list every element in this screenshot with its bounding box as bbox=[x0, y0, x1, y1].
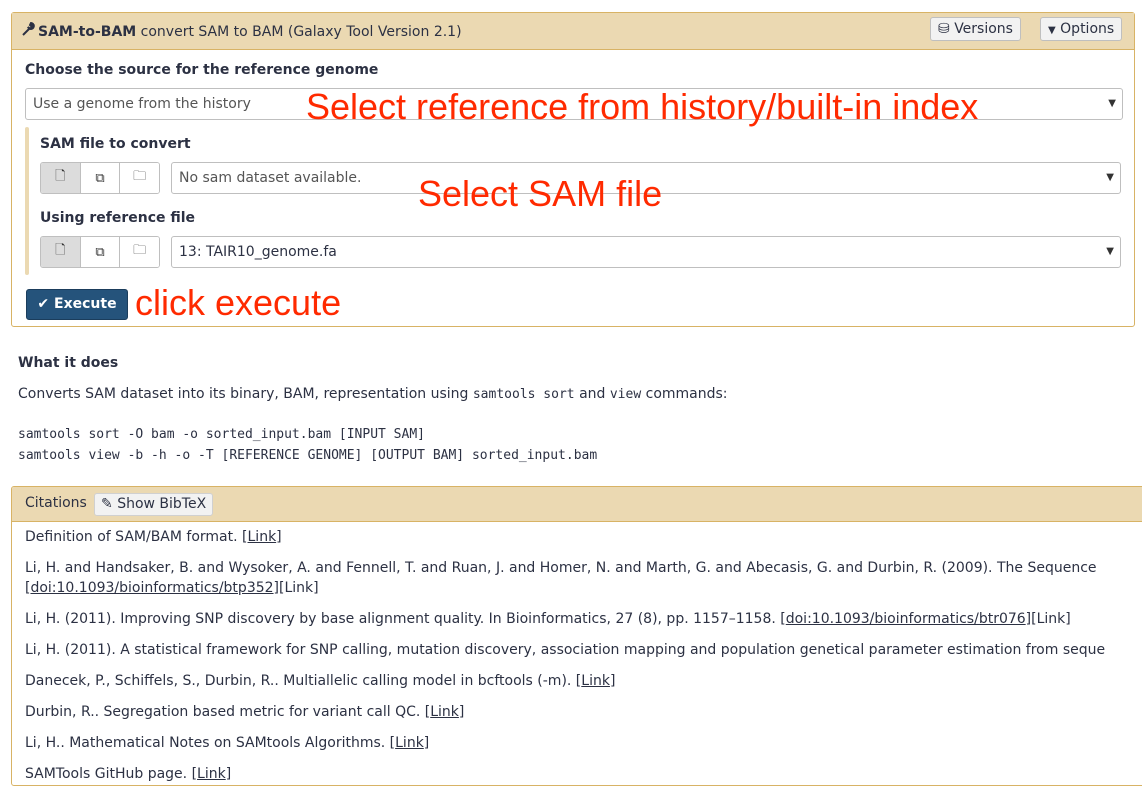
reference-file-select[interactable]: 13: TAIR10_genome.fa ▼ bbox=[171, 236, 1121, 268]
citation-text: Li, H. and Handsaker, B. and Wysoker, A.… bbox=[25, 560, 1097, 576]
reference-file-value: 13: TAIR10_genome.fa bbox=[179, 244, 337, 260]
help-intro-code: view bbox=[609, 387, 642, 402]
single-dataset-icon[interactable]: 🗋 bbox=[41, 163, 80, 193]
citation-link[interactable]: Link bbox=[581, 673, 610, 689]
code-line: samtools view -b -h -o -T [REFERENCE GEN… bbox=[18, 448, 598, 463]
citation-link[interactable]: Link bbox=[395, 735, 424, 751]
help-intro-text: and bbox=[579, 386, 606, 402]
cubes-icon: ⛁ bbox=[938, 21, 950, 37]
citation-item: SAMTools GitHub page. [Link] bbox=[25, 764, 1105, 784]
help-intro-text: Converts SAM dataset into its binary, BA… bbox=[18, 386, 469, 402]
tool-header: SAM-to-BAM convert SAM to BAM (Galaxy To… bbox=[12, 13, 1134, 50]
conditional-section-bar bbox=[25, 127, 29, 275]
reference-source-label: Choose the source for the reference geno… bbox=[25, 62, 379, 78]
citation-text: Li, H. (2011). Improving SNP discovery b… bbox=[25, 611, 786, 627]
citation-text: Li, H. (2011). A statistical framework f… bbox=[25, 642, 1106, 658]
citation-tail: ][Link] bbox=[1025, 611, 1071, 627]
multiple-datasets-icon[interactable]: ⧉ bbox=[79, 237, 120, 267]
wrench-icon bbox=[22, 21, 38, 40]
citation-tail: ] bbox=[276, 529, 282, 545]
reference-file-label: Using reference file bbox=[40, 210, 196, 226]
citation-text: Durbin, R.. Segregation based metric for… bbox=[25, 704, 431, 720]
caret-down-icon: ▼ bbox=[1106, 246, 1114, 257]
multiple-datasets-icon[interactable]: ⧉ bbox=[79, 163, 120, 193]
annotation-execute: click execute bbox=[135, 282, 342, 323]
citations-header: Citations ✎ Show BibTeX bbox=[12, 487, 1142, 522]
citation-text: Definition of SAM/BAM format. [ bbox=[25, 529, 248, 545]
sam-input-mode-group: 🗋 ⧉ 🗀 bbox=[40, 162, 160, 194]
versions-button[interactable]: ⛁ Versions bbox=[930, 17, 1021, 41]
citation-tail: ] bbox=[609, 673, 616, 689]
citation-link[interactable]: Link bbox=[248, 529, 277, 545]
versions-label: Versions bbox=[954, 21, 1013, 37]
reference-input-mode-group: 🗋 ⧉ 🗀 bbox=[40, 236, 160, 268]
citation-text: Danecek, P., Schiffels, S., Durbin, R.. … bbox=[25, 673, 582, 689]
citation-link[interactable]: Link bbox=[197, 766, 226, 782]
annotation-reference: Select reference from history/built-in i… bbox=[306, 86, 979, 127]
check-icon: ✔ bbox=[37, 296, 50, 312]
citation-tail: ] bbox=[423, 735, 430, 751]
tool-form-panel: SAM-to-BAM convert SAM to BAM (Galaxy To… bbox=[11, 12, 1135, 327]
citation-text: SAMTools GitHub page. [ bbox=[25, 766, 198, 782]
edit-icon: ✎ bbox=[101, 496, 113, 512]
citation-tail: ][Link] bbox=[273, 580, 319, 596]
citation-tail: ] bbox=[458, 704, 465, 720]
execute-button[interactable]: ✔ Execute bbox=[26, 289, 128, 320]
citation-item: Li, H. (2011). Improving SNP discovery b… bbox=[25, 609, 1105, 629]
single-dataset-icon[interactable]: 🗋 bbox=[41, 237, 80, 267]
citation-item: [doi:10.1093/bioinformatics/btp352][Link… bbox=[25, 578, 1105, 598]
help-intro: Converts SAM dataset into its binary, BA… bbox=[18, 386, 728, 402]
citation-item: Li, H.. Mathematical Notes on SAMtools A… bbox=[25, 733, 1105, 753]
help-code-block: samtools sort -O bam -o sorted_input.bam… bbox=[18, 424, 597, 466]
citations-panel: Citations ✎ Show BibTeX Definition of SA… bbox=[11, 486, 1142, 786]
help-title: What it does bbox=[18, 355, 119, 371]
help-intro-text: commands: bbox=[645, 386, 728, 402]
citation-item: Durbin, R.. Segregation based metric for… bbox=[25, 702, 1105, 722]
citation-item: Danecek, P., Schiffels, S., Durbin, R.. … bbox=[25, 671, 1105, 691]
tool-title: SAM-to-BAM convert SAM to BAM (Galaxy To… bbox=[22, 21, 462, 40]
code-line: samtools sort -O bam -o sorted_input.bam… bbox=[18, 427, 425, 442]
citation-text: Li, H.. Mathematical Notes on SAMtools A… bbox=[25, 735, 396, 751]
tool-name: SAM-to-BAM bbox=[38, 24, 137, 40]
dataset-collection-icon[interactable]: 🗀 bbox=[119, 237, 159, 267]
sam-file-label: SAM file to convert bbox=[40, 136, 191, 152]
sam-file-value: No sam dataset available. bbox=[179, 170, 362, 186]
tool-description: convert SAM to BAM (Galaxy Tool Version … bbox=[140, 24, 462, 40]
citation-item: Definition of SAM/BAM format. [Link] bbox=[25, 527, 1105, 547]
reference-source-value: Use a genome from the history bbox=[33, 96, 251, 112]
caret-down-icon: ▼ bbox=[1048, 25, 1056, 36]
citation-link[interactable]: Link bbox=[430, 704, 459, 720]
citations-list: Definition of SAM/BAM format. [Link] Li, … bbox=[25, 527, 1105, 785]
citation-item: Li, H. and Handsaker, B. and Wysoker, A.… bbox=[25, 558, 1105, 578]
citation-link[interactable]: doi:10.1093/bioinformatics/btr076 bbox=[786, 611, 1026, 627]
show-bibtex-label: Show BibTeX bbox=[117, 496, 207, 512]
citation-tail: ] bbox=[225, 766, 232, 782]
options-button[interactable]: ▼ Options bbox=[1040, 17, 1123, 41]
citations-title: Citations bbox=[25, 495, 87, 511]
citation-item: Li, H. (2011). A statistical framework f… bbox=[25, 640, 1105, 660]
show-bibtex-button[interactable]: ✎ Show BibTeX bbox=[94, 493, 214, 516]
options-label: Options bbox=[1060, 21, 1115, 37]
caret-down-icon: ▼ bbox=[1106, 172, 1114, 183]
caret-down-icon: ▼ bbox=[1108, 98, 1116, 109]
citation-link[interactable]: doi:10.1093/bioinformatics/btp352 bbox=[30, 580, 273, 596]
execute-label: Execute bbox=[54, 296, 117, 312]
help-intro-code: samtools sort bbox=[472, 387, 575, 402]
annotation-sam: Select SAM file bbox=[418, 173, 663, 214]
dataset-collection-icon[interactable]: 🗀 bbox=[119, 163, 159, 193]
